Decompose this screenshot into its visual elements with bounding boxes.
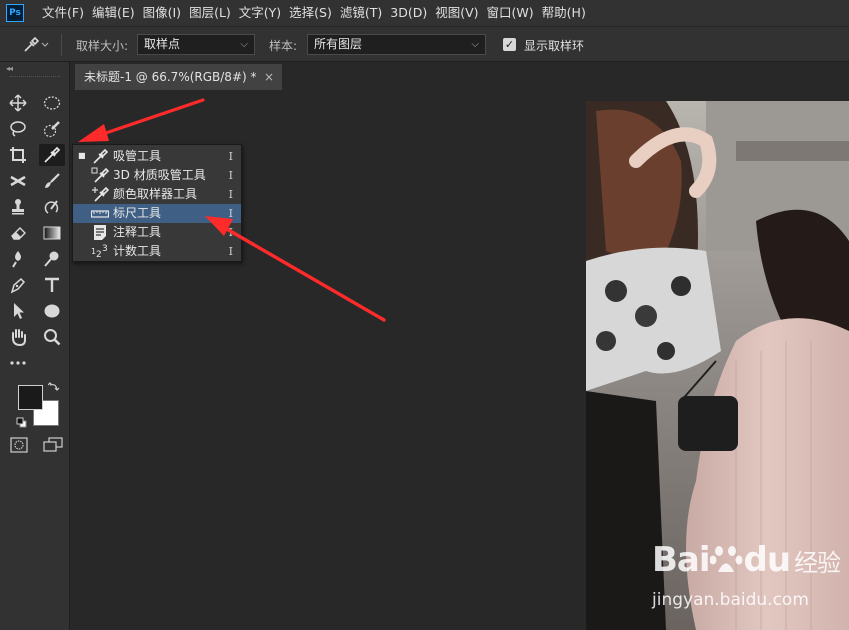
watermark-brand-cn: 经验 [794,549,841,577]
watermark-url: jingyan.baidu.com [652,590,809,610]
annotation-arrows [78,98,386,322]
watermark-brand-left: Bai [652,540,711,580]
baidu-paw-icon [709,546,743,572]
baidu-watermark: Bai du 经验 jingyan.baidu.com [652,540,842,620]
watermark-brand-right: du [743,540,792,580]
annotation-arrow-to-eyedropper [78,98,205,142]
annotation-arrow-to-ruler [205,216,386,322]
